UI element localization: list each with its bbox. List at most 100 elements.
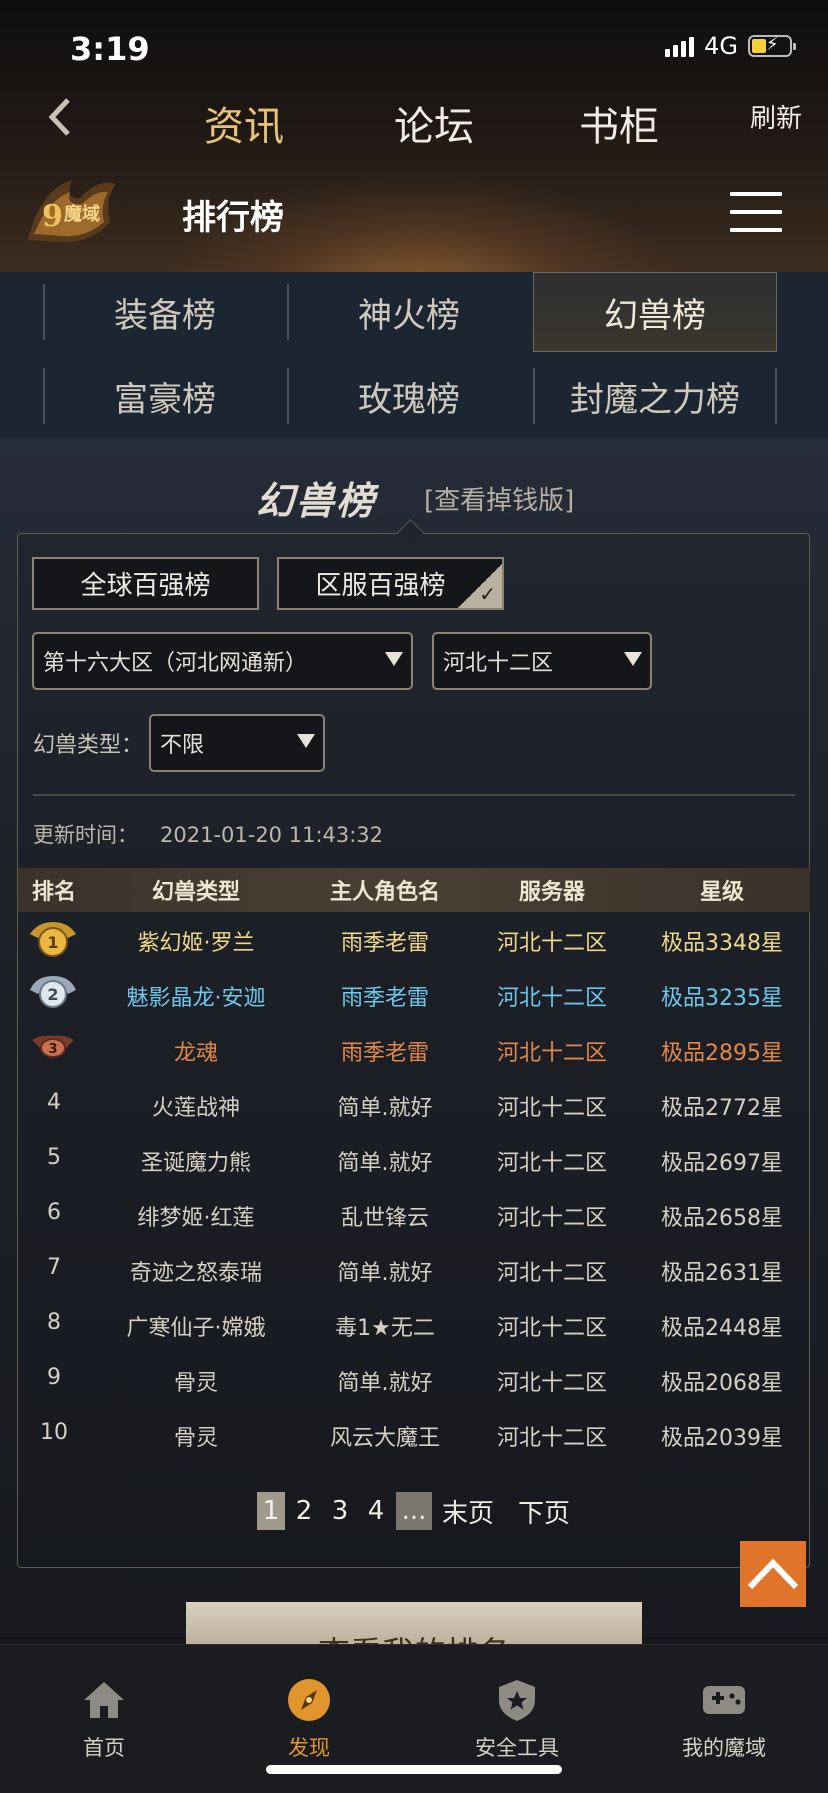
view-money-drop-link[interactable]: [查看掉钱版] [424, 480, 574, 517]
region-select-value: 第十六大区（河北网通新） [43, 651, 308, 676]
cell-server: 河北十二区 [496, 1041, 607, 1066]
server-top100-button[interactable]: 区服百强榜 ✓ [277, 557, 504, 610]
server-top100-label: 区服百强榜 [315, 571, 446, 601]
cell-stars: 极品3348星 [661, 931, 783, 956]
signal-icon [665, 35, 695, 57]
last-page-button[interactable]: 末页 [440, 1492, 496, 1530]
network-type: 4G [704, 32, 738, 60]
nav-tab-bookshelf[interactable]: 书柜 [579, 94, 659, 152]
page-3-button[interactable]: 3 [328, 1492, 352, 1530]
bottom-nav-discover-label: 发现 [288, 1736, 330, 1760]
cell-stars: 极品2631星 [661, 1261, 783, 1286]
update-time-label: 更新时间： [33, 823, 138, 847]
gold-medal-icon: 1 [30, 922, 76, 957]
category-tab-rose[interactable]: 玫瑰榜 [287, 356, 531, 436]
svg-text:3: 3 [48, 1042, 57, 1057]
global-top100-button[interactable]: 全球百强榜 [32, 557, 259, 610]
cell-rank: 6 [47, 1200, 61, 1225]
cell-rank: 7 [47, 1255, 61, 1280]
column-header-server: 服务器 [518, 880, 585, 905]
global-top100-label: 全球百强榜 [80, 571, 211, 601]
cell-owner: 简单.就好 [337, 1261, 433, 1286]
cell-owner: 简单.就好 [337, 1096, 433, 1121]
divider [33, 794, 795, 796]
cell-server: 河北十二区 [496, 1371, 607, 1396]
category-tab-beast[interactable]: 幻兽榜 [533, 272, 777, 352]
game-logo: 9 魔域 [28, 180, 116, 243]
back-button[interactable] [44, 94, 84, 150]
server-select-value: 河北十二区 [443, 651, 554, 676]
cell-stars: 极品2697星 [661, 1151, 783, 1176]
region-select[interactable]: 第十六大区（河北网通新） [32, 632, 413, 690]
cell-beast-type: 骨灵 [173, 1426, 218, 1451]
bottom-nav-security-tools[interactable]: 安全工具 [457, 1676, 577, 1762]
cell-rank: 5 [47, 1145, 61, 1170]
chevron-left-icon [48, 98, 70, 136]
page-ellipsis: ... [396, 1492, 432, 1530]
beast-type-select[interactable]: 不限 [149, 714, 325, 772]
dropdown-arrow-icon [297, 734, 315, 748]
cell-rank: 10 [40, 1420, 68, 1445]
update-time-value: 2021-01-20 11:43:32 [160, 823, 384, 847]
category-tab-equipment[interactable]: 装备榜 [43, 272, 287, 352]
category-tab-demon-seal[interactable]: 封魔之力榜 [533, 356, 777, 436]
cell-server: 河北十二区 [496, 1426, 607, 1451]
status-indicators: 4G ⚡ [665, 32, 796, 60]
compass-icon [288, 1679, 330, 1721]
cell-beast-type: 奇迹之怒泰瑞 [129, 1261, 262, 1286]
bottom-nav-security-label: 安全工具 [475, 1736, 559, 1760]
cell-server: 河北十二区 [496, 1261, 607, 1286]
cell-owner: 雨季老雷 [340, 931, 429, 956]
cell-server: 河北十二区 [496, 1206, 607, 1231]
next-page-button[interactable]: 下页 [516, 1492, 572, 1530]
gamepad-icon [703, 1686, 745, 1714]
home-icon [84, 1682, 124, 1718]
cell-owner: 雨季老雷 [340, 986, 429, 1011]
column-header-rank: 排名 [31, 880, 76, 905]
shield-star-icon [499, 1680, 535, 1721]
category-tab-wealth[interactable]: 富豪榜 [43, 356, 287, 436]
cell-server: 河北十二区 [496, 1096, 607, 1121]
column-header-beast-type: 幻兽类型 [151, 880, 240, 905]
page-title: 排行榜 [182, 198, 284, 238]
cell-server: 河北十二区 [496, 986, 607, 1011]
cell-stars: 极品2448星 [661, 1316, 783, 1341]
cell-server: 河北十二区 [496, 931, 607, 956]
column-header-stars: 星级 [699, 880, 744, 905]
cell-beast-type: 圣诞魔力熊 [140, 1151, 251, 1176]
nav-tab-news[interactable]: 资讯 [204, 94, 284, 152]
page-1-button[interactable]: 1 [257, 1492, 285, 1530]
cell-owner: 简单.就好 [337, 1151, 433, 1176]
bottom-nav-my-account[interactable]: 我的魔域 [664, 1676, 784, 1762]
dropdown-arrow-icon [624, 652, 642, 666]
cell-owner: 毒1★无二 [335, 1316, 435, 1341]
cell-stars: 极品2772星 [661, 1096, 783, 1121]
cell-owner: 乱世锋云 [340, 1206, 429, 1231]
cell-rank: 8 [47, 1310, 61, 1335]
page-4-button[interactable]: 4 [364, 1492, 388, 1530]
status-time: 3:19 [70, 30, 150, 68]
svg-text:9: 9 [42, 199, 63, 234]
cell-beast-type: 魅影晶龙·安迦 [126, 986, 266, 1011]
cell-beast-type: 火莲战神 [151, 1096, 240, 1121]
server-select[interactable]: 河北十二区 [432, 632, 652, 690]
ranking-title: 幻兽榜 [256, 479, 377, 523]
cell-beast-type: 骨灵 [173, 1371, 218, 1396]
menu-button[interactable] [730, 192, 782, 236]
bottom-nav-discover[interactable]: 发现 [249, 1676, 369, 1762]
cell-server: 河北十二区 [496, 1151, 607, 1176]
scroll-to-top-button[interactable] [740, 1541, 806, 1607]
category-tab-divine-fire[interactable]: 神火榜 [287, 272, 531, 352]
cell-rank: 9 [47, 1365, 61, 1390]
svg-text:魔域: 魔域 [64, 203, 100, 225]
chevron-up-icon [747, 1558, 799, 1590]
cell-owner: 雨季老雷 [340, 1041, 429, 1066]
nav-tab-forum[interactable]: 论坛 [394, 94, 474, 152]
cell-stars: 极品2658星 [661, 1206, 783, 1231]
column-header-owner: 主人角色名 [329, 880, 440, 905]
refresh-button[interactable]: 刷新 [750, 98, 802, 135]
cell-beast-type: 紫幻姬·罗兰 [137, 931, 255, 956]
page-2-button[interactable]: 2 [292, 1492, 316, 1530]
bottom-nav-home[interactable]: 首页 [44, 1676, 164, 1762]
home-indicator [266, 1765, 562, 1774]
